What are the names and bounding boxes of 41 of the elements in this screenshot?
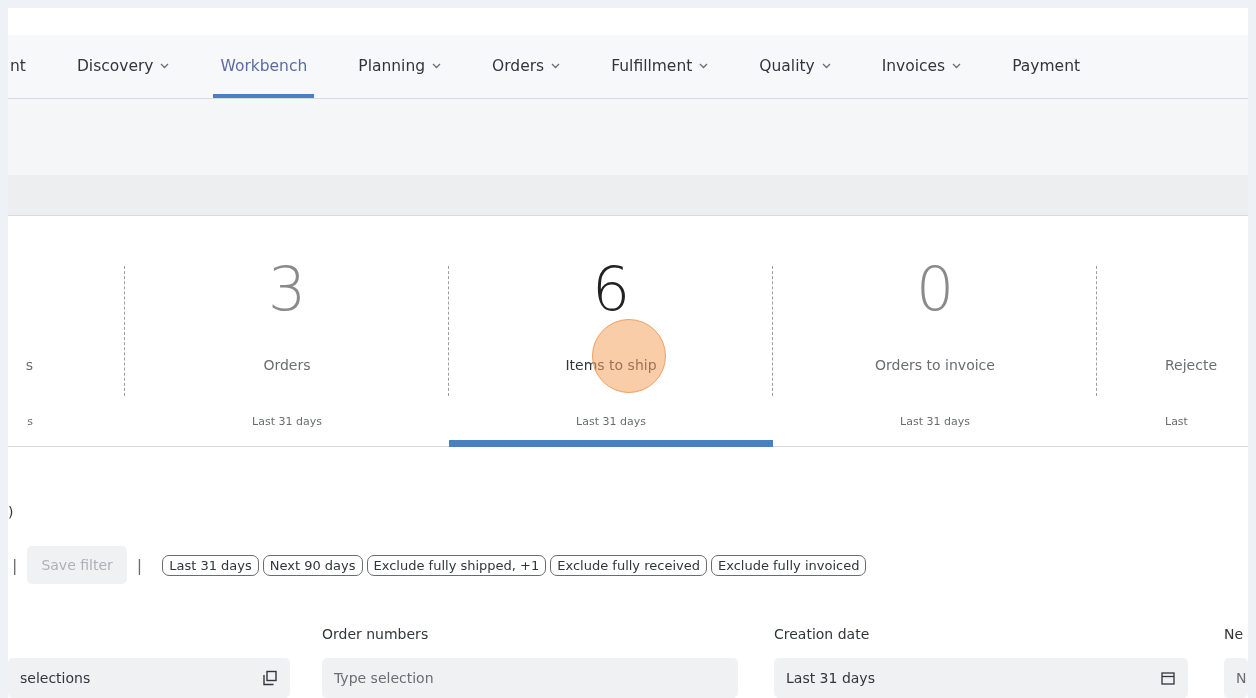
calendar-icon[interactable]: [1160, 670, 1176, 686]
field-label: Order numbers: [322, 626, 430, 644]
filter-chip[interactable]: Exclude fully received: [550, 554, 707, 576]
kpi-tile[interactable]: 3 Orders Last 31 days: [125, 216, 449, 446]
nav-tab[interactable]: nt: [8, 35, 33, 98]
nav-tab[interactable]: Planning: [351, 35, 449, 98]
separator: |: [11, 555, 19, 575]
field-label: Ne: [1224, 626, 1245, 644]
kpi-label: Rejecte: [1165, 357, 1217, 373]
input-field[interactable]: N: [1224, 658, 1248, 698]
input-field[interactable]: selections: [8, 658, 290, 698]
input-field[interactable]: Type selection: [322, 658, 738, 698]
filter-chip[interactable]: Exclude fully invoiced: [710, 554, 867, 576]
kpi-count: 6: [591, 254, 631, 324]
kpi-tile[interactable]: 0 Orders to invoice Last 31 days: [773, 216, 1097, 446]
nav-tab[interactable]: Fulfillment: [604, 35, 716, 98]
kpi-period: Last 31 days: [576, 415, 646, 428]
kpi-tile[interactable]: Rejecte Last: [1097, 216, 1256, 446]
kpi-tile[interactable]: s s: [8, 216, 125, 446]
nav-tab[interactable]: Invoices: [874, 35, 969, 98]
kpi-period: Last 31 days: [252, 415, 322, 428]
kpi-period: Last: [1165, 415, 1188, 428]
filter-chip[interactable]: Last 31 days: [162, 554, 259, 576]
nav-tab[interactable]: Quality: [752, 35, 838, 98]
kpi-period: s: [27, 415, 33, 428]
nav-tab[interactable]: Discovery: [69, 35, 177, 98]
kpi-label: Orders: [263, 357, 311, 373]
kpi-period: Last 31 days: [900, 415, 970, 428]
separator: |: [135, 555, 144, 575]
nav-tab[interactable]: Orders: [485, 35, 568, 98]
results-heading: ): [8, 504, 15, 522]
kpi-label: s: [25, 357, 33, 373]
copy-icon[interactable]: [262, 670, 278, 686]
kpi-count: 3: [267, 254, 307, 324]
filter-chip[interactable]: Next 90 days: [262, 554, 363, 576]
nav-tab[interactable]: Payment: [1005, 35, 1088, 98]
kpi-label: Orders to invoice: [875, 357, 995, 373]
field-label: Creation date: [774, 626, 871, 644]
input-field[interactable]: Last 31 days: [774, 658, 1188, 698]
kpi-count: 0: [915, 254, 955, 324]
filter-chip[interactable]: Exclude fully shipped, +1: [366, 554, 547, 576]
